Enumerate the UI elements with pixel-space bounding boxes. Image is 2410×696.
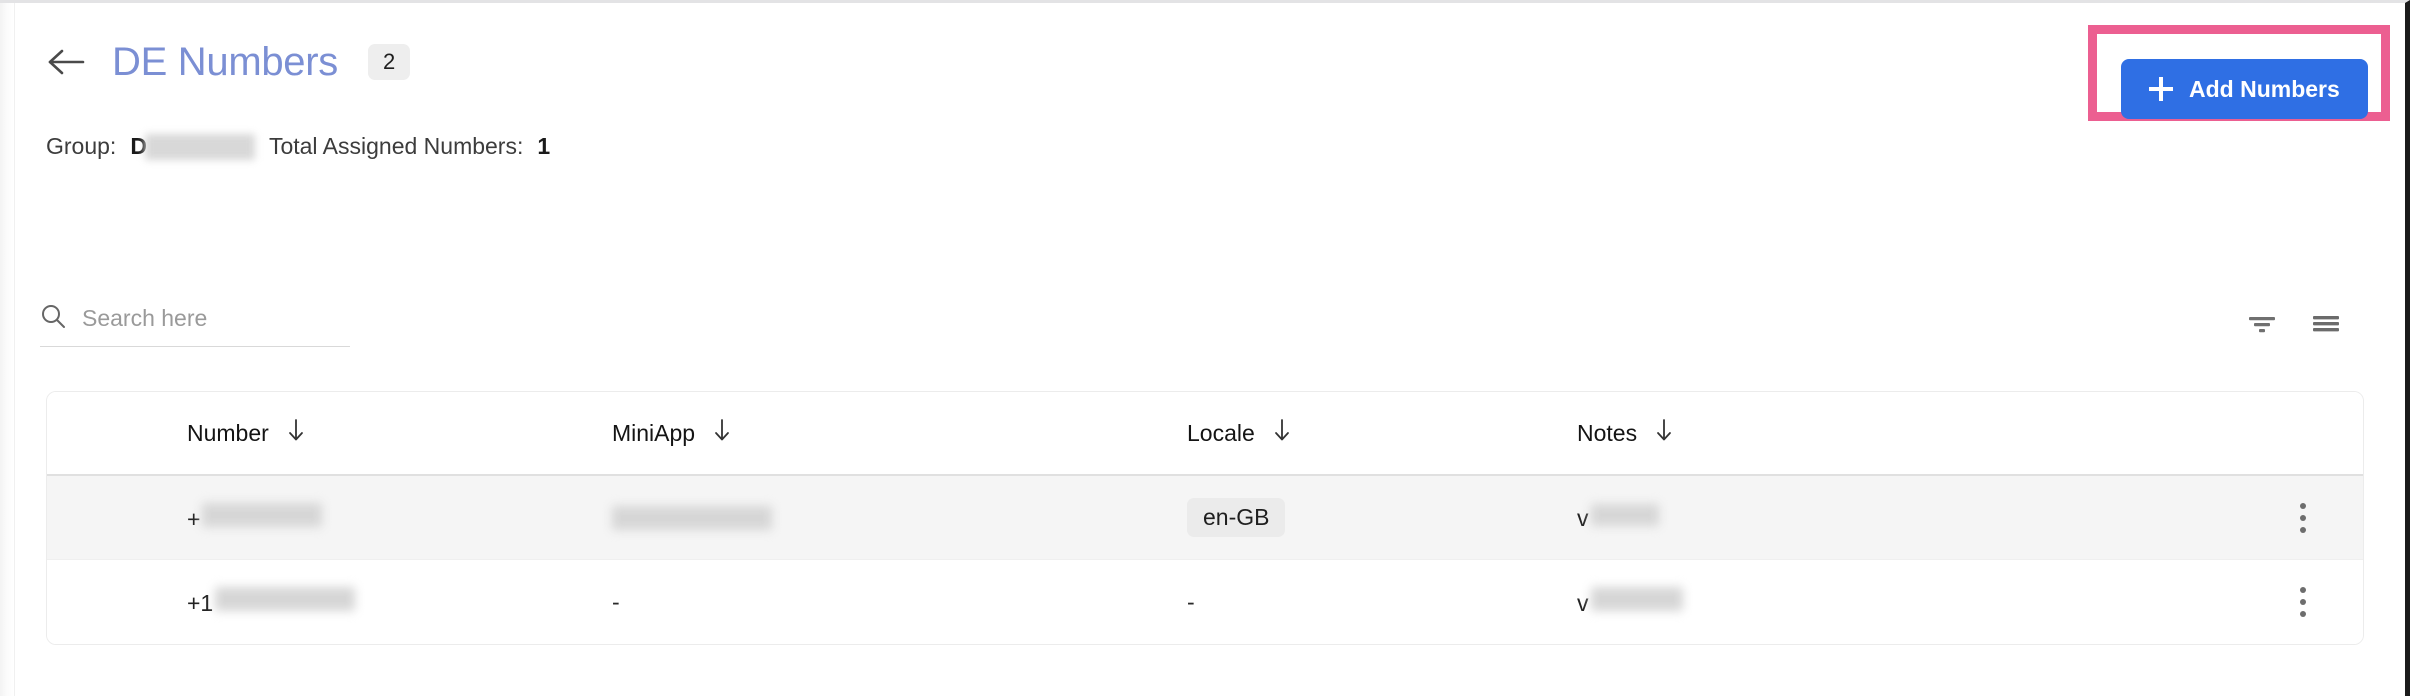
group-value-redacted [144, 133, 255, 160]
add-numbers-button[interactable]: Add Numbers [2121, 59, 2368, 119]
locale-badge: en-GB [1187, 498, 1286, 537]
sort-locale-button[interactable]: Locale [1187, 418, 1577, 448]
arrow-down-icon [1273, 418, 1291, 448]
group-label: Group: [46, 133, 117, 159]
arrow-down-icon [713, 418, 731, 448]
table-header-cell-number: Number [47, 418, 612, 448]
add-numbers-label: Add Numbers [2189, 75, 2340, 102]
number-value: + [187, 502, 323, 533]
total-assigned-value: 1 [537, 133, 551, 159]
table-row[interactable]: + en-GB v [47, 476, 2363, 560]
notes-prefix: v [1577, 590, 1589, 616]
search-bar [40, 303, 350, 347]
kebab-menu-icon[interactable] [2294, 581, 2312, 623]
table-header-cell-miniapp: MiniApp [612, 418, 1187, 448]
table-header-cell-notes: Notes [1577, 418, 2243, 448]
filter-button[interactable] [2245, 309, 2279, 343]
miniapp-redacted [612, 505, 772, 530]
page-title: DE Numbers [112, 40, 338, 84]
cell-actions [2243, 497, 2363, 539]
notes-redacted [1590, 587, 1683, 611]
cell-notes: v [1577, 503, 2243, 532]
total-assigned-label: Total Assigned Numbers: [268, 133, 524, 159]
kebab-menu-icon[interactable] [2294, 497, 2312, 539]
page-header: DE Numbers 2 [46, 40, 411, 84]
arrow-down-icon [287, 418, 305, 448]
table-toolbar [2245, 309, 2343, 343]
table-header-cell-locale: Locale [1187, 418, 1577, 448]
cell-number: +1 [47, 587, 612, 617]
locale-value: - [1187, 588, 1195, 615]
filter-icon [2247, 312, 2277, 341]
column-label-number: Number [187, 419, 269, 446]
notes-value: v [1577, 587, 1683, 617]
cell-locale: en-GB [1187, 498, 1577, 537]
number-prefix: + [187, 505, 201, 532]
notes-prefix: v [1577, 504, 1589, 531]
numbers-table: Number MiniApp Locale Notes + en-GB v +1… [46, 391, 2364, 645]
arrow-down-icon [1655, 418, 1673, 448]
miniapp-value: - [612, 588, 620, 615]
table-row[interactable]: +1 - - v [47, 560, 2363, 644]
cell-notes: v [1577, 587, 2243, 617]
subheader: Group: D Total Assigned Numbers: 1 [46, 133, 550, 160]
number-redacted [202, 502, 323, 527]
cell-actions [2243, 581, 2363, 623]
search-input[interactable] [82, 305, 350, 332]
column-label-notes: Notes [1577, 419, 1638, 446]
cell-locale: - [1187, 589, 1577, 616]
back-button[interactable] [46, 41, 88, 83]
cell-miniapp [612, 505, 1187, 530]
page-root: DE Numbers 2 Group: D Total Assigned Num… [0, 0, 2410, 696]
column-label-miniapp: MiniApp [612, 419, 696, 446]
cell-number: + [47, 502, 612, 533]
sort-notes-button[interactable]: Notes [1577, 418, 2243, 448]
sort-number-button[interactable]: Number [187, 418, 612, 448]
arrow-left-icon [48, 47, 86, 77]
column-label-locale: Locale [1187, 419, 1255, 446]
count-badge: 2 [367, 44, 411, 80]
number-value: +1 [187, 587, 356, 617]
left-edge-scrim [0, 3, 15, 696]
list-view-button[interactable] [2309, 309, 2343, 343]
number-redacted [215, 587, 356, 611]
table-header-row: Number MiniApp Locale Notes [47, 392, 2363, 476]
notes-value: v [1577, 503, 1659, 532]
number-prefix: +1 [187, 590, 214, 616]
notes-redacted [1590, 503, 1659, 526]
sort-miniapp-button[interactable]: MiniApp [612, 418, 1187, 448]
search-icon [40, 303, 66, 334]
cell-miniapp: - [612, 589, 1187, 616]
list-view-icon [2311, 312, 2341, 341]
plus-icon [2149, 77, 2173, 101]
